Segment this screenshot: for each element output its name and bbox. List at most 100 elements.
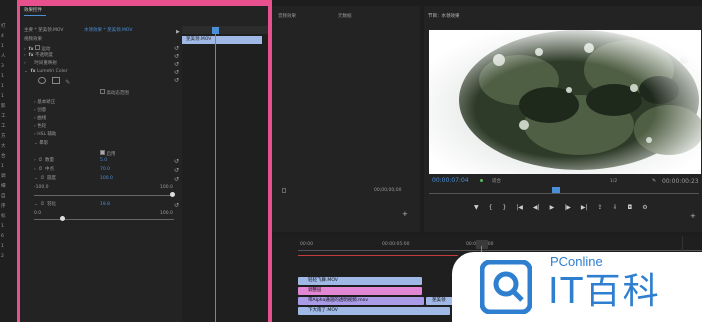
reset-icon[interactable]: ↺ (174, 45, 179, 52)
range-min-a: -100.0 (34, 185, 49, 190)
settings-icon[interactable]: ⚙ (642, 204, 647, 211)
feather-slider-thumb[interactable] (60, 216, 65, 221)
left-strip-item[interactable]: 大 (1, 144, 6, 150)
pen-mask-icon[interactable]: ✎ (65, 79, 70, 86)
section-creative[interactable]: › 创意 (34, 108, 46, 114)
left-strip-item[interactable]: 工 (1, 114, 6, 120)
left-strip-item[interactable]: 影 (1, 104, 6, 110)
go-to-out-icon[interactable]: ▶| (581, 204, 588, 211)
play-only-icon[interactable]: ▶ (176, 29, 180, 35)
go-to-in-icon[interactable]: |◀ (516, 204, 523, 211)
amount-value[interactable]: 5.0 (100, 158, 107, 164)
left-strip-item[interactable]: 人 (1, 54, 6, 60)
feather-value[interactable]: 19.8 (100, 202, 110, 208)
effect-row-motion[interactable]: › fx 运动 (24, 45, 50, 53)
left-strip-item[interactable]: 工 (1, 124, 6, 130)
effect-row-opacity[interactable]: › fx 不透明度 (24, 53, 53, 59)
left-strip-item[interactable]: 方 (1, 134, 6, 140)
left-strip-item[interactable]: 1 (1, 74, 4, 80)
clip-track-2[interactable]: 调整层 (298, 287, 422, 295)
amount-label: 数量 (45, 158, 55, 163)
scrub-marker[interactable] (552, 187, 560, 193)
midpoint-value[interactable]: 70.0 (100, 167, 110, 173)
roundness-value[interactable]: 100.0 (100, 176, 113, 182)
vignette-label: 晕影 (39, 141, 49, 146)
quality-dropdown[interactable]: 1/2 (610, 179, 617, 185)
enable-checkbox[interactable] (100, 150, 105, 155)
section-curves[interactable]: › 曲线 (34, 116, 46, 122)
add-button-icon[interactable]: + (402, 210, 408, 218)
add-marker-icon[interactable]: ▼ (474, 204, 479, 211)
roundness-slider-thumb[interactable] (170, 192, 175, 197)
left-strip-item[interactable]: 自 (1, 194, 6, 200)
watermark-brand: PConline (550, 254, 603, 269)
high-dynamic-label: 高动态范围 (106, 91, 129, 96)
high-dynamic-range-option[interactable]: 高动态范围 (100, 89, 129, 97)
left-strip-item[interactable]: 1 (1, 244, 4, 250)
reset-icon[interactable]: ↺ (174, 202, 179, 209)
left-strip-item[interactable]: 4 (1, 34, 4, 40)
reset-icon[interactable]: ↺ (174, 69, 179, 76)
mark-in-icon[interactable]: { (489, 204, 493, 211)
time-remap-label: 时间重映射 (34, 61, 57, 66)
fit-dropdown[interactable]: 适合 (492, 179, 501, 185)
clip-label: 带Alpha通道的透明视频.mov (308, 298, 369, 303)
play-icon[interactable]: ▶ (550, 204, 555, 211)
reset-icon[interactable]: ↺ (174, 53, 179, 60)
sequence-tab[interactable]: 水领效果 * 芜美领.MOV (84, 28, 132, 34)
section-basic[interactable]: › 基本矫正 (34, 100, 55, 106)
left-strip-item[interactable]: 细 (1, 184, 6, 190)
scrub-bar[interactable] (429, 193, 699, 194)
left-strip-item[interactable]: 标 (1, 214, 6, 220)
enable-option[interactable]: 启用 (100, 150, 115, 158)
reset-icon[interactable]: ↺ (174, 167, 179, 174)
left-strip-item[interactable]: 序 (1, 204, 6, 210)
section-vignette[interactable]: ⌄ 晕影 (34, 141, 48, 147)
timeline-playhead-handle[interactable] (476, 240, 488, 249)
left-strip-item[interactable]: 3 (1, 64, 4, 70)
ellipse-mask-icon[interactable] (38, 77, 46, 84)
left-strip-item[interactable]: 1 (1, 44, 4, 50)
step-back-icon[interactable]: ◀| (533, 204, 540, 211)
reset-icon[interactable]: ↺ (174, 176, 179, 183)
high-dynamic-checkbox[interactable] (100, 89, 105, 94)
reset-icon[interactable]: ↺ (174, 77, 179, 84)
mark-out-icon[interactable]: } (502, 204, 506, 211)
left-strip-item[interactable]: 1 (1, 164, 4, 170)
program-timecode[interactable]: 00:00:07:04 (432, 178, 469, 184)
step-forward-icon[interactable]: |▶ (564, 204, 571, 211)
export-frame-icon[interactable] (282, 188, 286, 193)
clip-track-4[interactable]: 下大雨了.MOV (298, 307, 450, 315)
metadata-tab[interactable]: 元数据 (338, 14, 352, 20)
program-title: 节目：水领效果 (428, 14, 460, 19)
left-strip-item[interactable]: 6 (1, 234, 4, 240)
reset-icon[interactable]: ↺ (174, 61, 179, 68)
left-strip-item[interactable]: 1 (1, 224, 4, 230)
lift-icon[interactable]: ⇪ (597, 204, 602, 211)
effect-row-lumetri[interactable]: ⌄ fx Lumetri Color (24, 69, 67, 75)
effect-row-time-remap[interactable]: › 时间重映射 (24, 61, 57, 67)
camera-icon[interactable]: ◘ (628, 204, 633, 211)
section-color-wheels[interactable]: › 色轮 (34, 124, 46, 130)
clip-track-1[interactable]: 轻轻飞舞.MOV (298, 277, 422, 285)
roundness-row: ⌄ ⏱ 圆度 (34, 176, 57, 181)
extract-icon[interactable]: ⇩ (613, 204, 618, 211)
source-tab[interactable]: 主要 * 芜美领.MOV (24, 28, 63, 34)
clip-track-3[interactable]: 带Alpha通道的透明视频.mov (298, 297, 424, 305)
roundness-slider-track[interactable] (34, 195, 174, 196)
left-strip-item[interactable]: 调 (1, 174, 6, 180)
left-strip-item[interactable]: 打 (1, 24, 6, 30)
section-hsl[interactable]: › HSL 辅助 (34, 132, 56, 138)
rect-mask-icon[interactable] (51, 77, 60, 84)
left-strip-item[interactable]: 1 (1, 94, 4, 100)
audio-effects-tab[interactable]: 音频效果 (278, 14, 296, 20)
playhead-handle[interactable] (212, 27, 219, 34)
wrench-icon[interactable]: ✎ (652, 178, 656, 184)
effects-panel-title[interactable]: 效果控件 (24, 8, 42, 14)
feather-slider-track[interactable] (34, 219, 174, 220)
left-strip-item[interactable]: 合 (1, 154, 6, 160)
left-strip-item[interactable]: 1 (1, 84, 4, 90)
reset-icon[interactable]: ↺ (174, 158, 179, 165)
add-control-icon[interactable]: + (690, 212, 696, 220)
left-strip-item[interactable]: 2 (1, 254, 4, 260)
